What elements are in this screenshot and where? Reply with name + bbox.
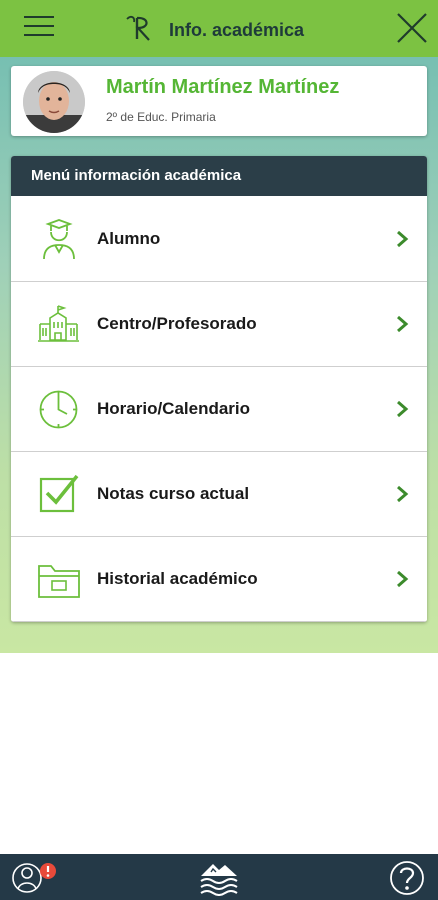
student-profile-card: Martín Martínez Martínez 2º de Educ. Pri… <box>11 66 427 136</box>
chevron-right-icon <box>397 485 409 503</box>
menu-item-label: Horario/Calendario <box>97 399 251 418</box>
student-icon <box>43 219 75 260</box>
school-building-icon <box>38 305 79 342</box>
student-name: Martín Martínez Martínez <box>106 76 340 98</box>
hamburger-menu-icon[interactable] <box>24 14 54 38</box>
clock-icon <box>39 390 78 429</box>
folder-icon <box>38 565 80 598</box>
menu-header: Menú información académica <box>11 156 427 196</box>
menu-item-horario[interactable]: Horario/Calendario <box>11 367 427 452</box>
menu-item-label: Notas curso actual <box>97 484 250 503</box>
chevron-right-icon <box>397 400 409 418</box>
menu-item-notas[interactable]: Notas curso actual <box>11 452 427 537</box>
home-landscape-icon[interactable] <box>197 858 241 896</box>
bottom-nav-bar <box>0 854 438 900</box>
checkbox-icon <box>39 474 79 513</box>
close-icon[interactable] <box>395 11 429 45</box>
menu-item-alumno[interactable]: Alumno <box>11 197 427 282</box>
menu-item-label: Historial académico <box>97 569 258 588</box>
student-grade: 2º de Educ. Primaria <box>106 110 216 124</box>
avatar <box>23 71 85 133</box>
chevron-right-icon <box>397 570 409 588</box>
menu-heading: Menú información académica <box>31 167 242 184</box>
top-app-bar: Info. académica <box>0 0 438 57</box>
page-title: Info. académica <box>169 20 305 40</box>
academic-menu-card: Menú información académica Alumno Centro… <box>11 156 427 622</box>
chevron-right-icon <box>397 315 409 333</box>
menu-item-label: Centro/Profesorado <box>97 314 257 333</box>
user-alert-icon[interactable] <box>12 859 56 897</box>
menu-item-label: Alumno <box>97 229 161 248</box>
menu-item-centro[interactable]: Centro/Profesorado <box>11 282 427 367</box>
menu-item-historial[interactable]: Historial académico <box>11 537 427 622</box>
raices-logo-icon <box>126 15 150 41</box>
help-icon[interactable] <box>388 859 426 897</box>
chevron-right-icon <box>397 230 409 248</box>
